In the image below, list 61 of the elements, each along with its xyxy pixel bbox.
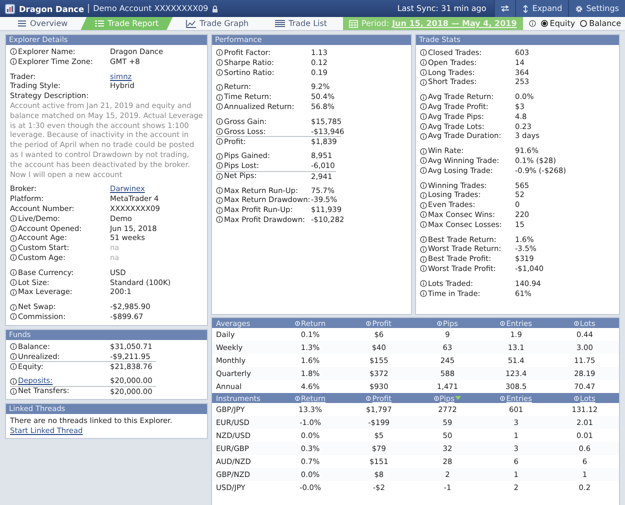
swap-icon <box>501 5 510 12</box>
info-icon <box>528 20 536 27</box>
info-icon <box>216 172 223 180</box>
info-icon <box>420 132 427 140</box>
info-icon <box>216 138 223 146</box>
info-icon <box>420 290 427 297</box>
info-icon <box>216 118 223 126</box>
explorer-title: Dragon Dance <box>19 4 84 14</box>
info-icon <box>420 148 427 155</box>
info-icon <box>420 265 427 272</box>
line-chart-icon <box>186 20 196 28</box>
info-icon <box>420 94 427 101</box>
info-icon <box>420 236 427 243</box>
table-icon <box>274 20 285 27</box>
account-name: Demo Account XXXXXXXX09 <box>93 4 208 13</box>
info-icon <box>216 103 223 110</box>
settings-button[interactable]: Settings <box>568 0 625 17</box>
info-icon <box>216 152 223 160</box>
info-icon <box>420 167 427 174</box>
info-icon <box>420 49 427 56</box>
info-icon <box>216 84 223 91</box>
info-icon <box>420 256 427 263</box>
list-icon <box>94 20 104 27</box>
expand-button[interactable]: Expand <box>515 0 568 17</box>
info-icon <box>420 68 427 76</box>
info-icon <box>420 113 427 120</box>
info-icon <box>216 59 223 66</box>
settings-icon <box>575 4 584 12</box>
info-icon <box>216 186 223 194</box>
info-icon <box>420 280 427 288</box>
info-icon <box>420 103 427 110</box>
info-icon <box>420 211 427 218</box>
info-icon <box>420 246 427 253</box>
info-icon <box>420 221 427 228</box>
swap-button[interactable] <box>494 0 516 17</box>
tab[interactable]: Trade Graph <box>172 17 262 30</box>
info-icon <box>216 128 223 135</box>
info-icon <box>420 192 427 199</box>
info-icon <box>216 162 223 170</box>
info-icon <box>420 78 427 86</box>
info-icon <box>420 122 427 130</box>
info-icon <box>216 68 223 76</box>
calendar-icon <box>349 20 358 28</box>
info-icon <box>216 206 223 214</box>
info-icon <box>216 49 223 56</box>
info-icon <box>420 202 427 209</box>
list-icon <box>18 20 26 27</box>
lock-icon <box>212 4 218 12</box>
last-sync-text: Last Sync: 31 min ago <box>397 4 488 13</box>
expand-icon <box>522 4 530 12</box>
info-icon <box>420 157 427 164</box>
tab[interactable]: Trade List <box>262 17 340 30</box>
info-icon <box>420 59 427 66</box>
info-icon <box>216 196 223 204</box>
info-icon <box>216 216 223 224</box>
radio-button[interactable]: Balance <box>580 19 621 28</box>
info-icon <box>216 94 223 101</box>
info-icon <box>420 182 427 189</box>
tab[interactable]: Overview <box>0 17 81 30</box>
app-logo-icon <box>5 4 15 14</box>
radio-button[interactable]: Equity <box>540 19 576 28</box>
